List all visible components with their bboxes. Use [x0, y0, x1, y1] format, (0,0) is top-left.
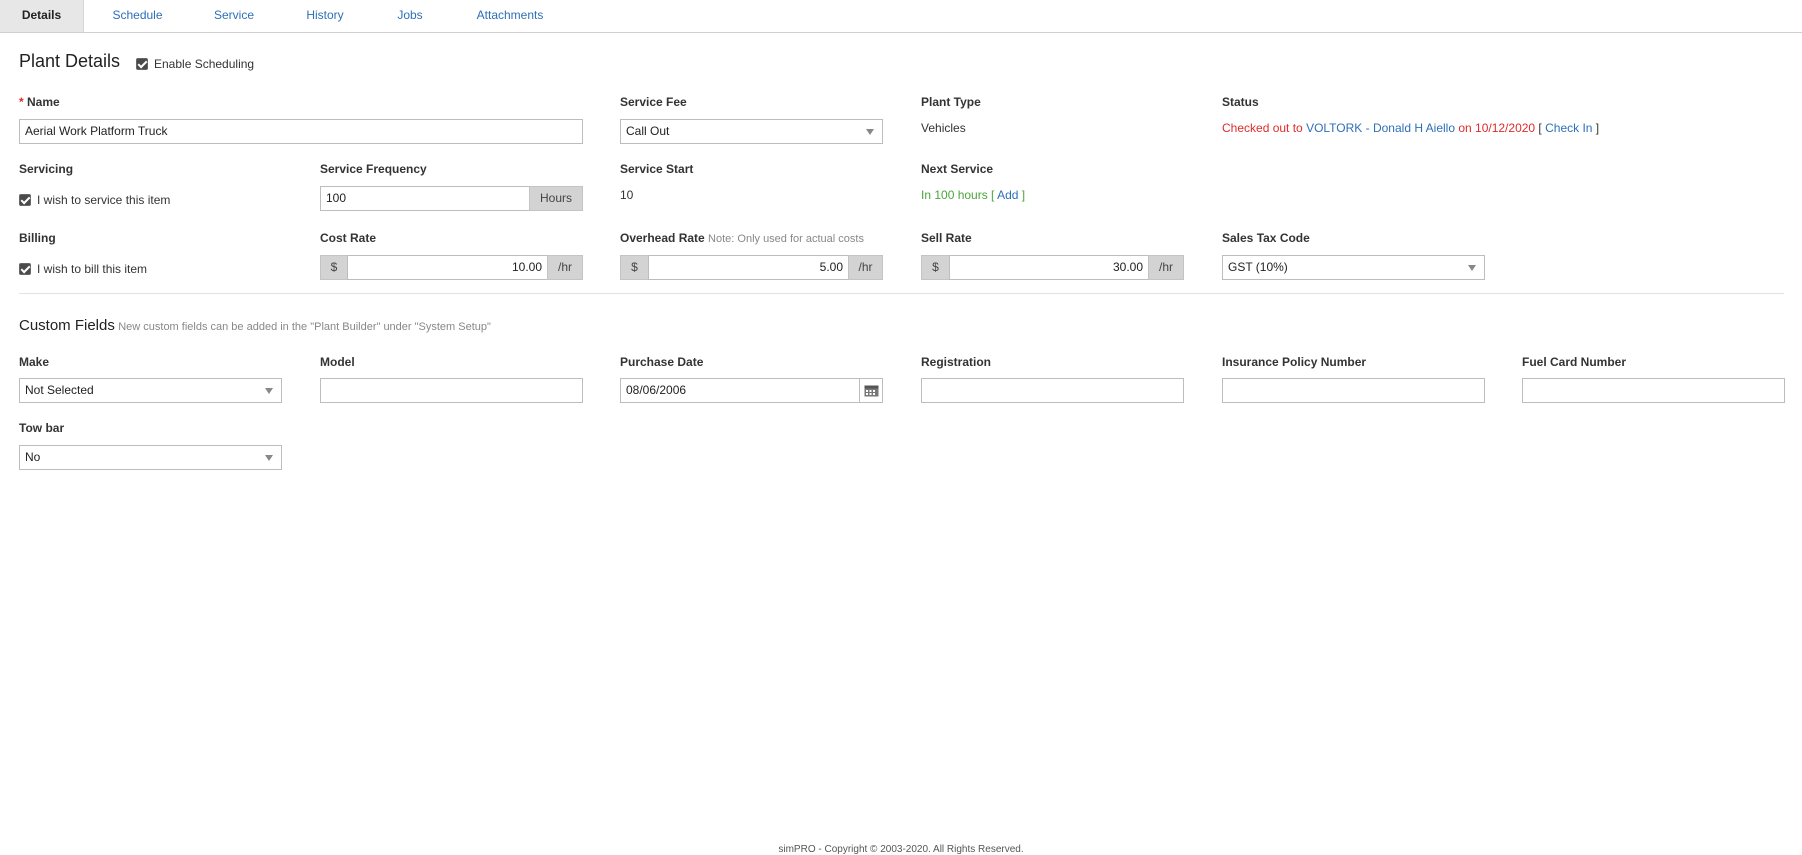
status-value: Checked out to VOLTORK - Donald H Aiello…: [1222, 121, 1599, 135]
next-service-value: In 100 hours [ Add ]: [921, 188, 1025, 202]
next-service-text: In 100 hours: [921, 188, 988, 202]
make-label: Make: [19, 355, 50, 369]
service-item-checkbox[interactable]: [19, 194, 31, 206]
fuel-card-input[interactable]: [1522, 378, 1785, 403]
service-start-label: Service Start: [620, 162, 694, 176]
status-prefix: Checked out to: [1222, 121, 1307, 135]
status-person-link[interactable]: VOLTORK - Donald H Aiello: [1306, 121, 1455, 135]
sell-rate-input[interactable]: 30.00: [949, 255, 1149, 280]
billing-label: Billing: [19, 231, 56, 245]
tab-history[interactable]: History: [290, 0, 360, 32]
chevron-down-icon: [866, 129, 874, 135]
sell-rate-currency: $: [921, 255, 950, 280]
custom-fields-header: Custom Fields New custom fields can be a…: [19, 317, 491, 334]
service-frequency-unit: Hours: [529, 186, 583, 211]
check-in-link[interactable]: Check In: [1545, 121, 1592, 135]
footer-copyright: simPRO - Copyright © 2003-2020. All Righ…: [778, 844, 1024, 855]
sales-tax-value: GST (10%): [1228, 260, 1288, 274]
service-item-checkbox-label: I wish to service this item: [37, 193, 171, 207]
registration-input[interactable]: [921, 378, 1184, 403]
plant-type-label: Plant Type: [921, 95, 981, 109]
service-frequency-label: Service Frequency: [320, 162, 427, 176]
service-frequency-input[interactable]: 100: [320, 186, 530, 211]
status-bracket-close: ]: [1592, 121, 1600, 135]
plant-type-value: Vehicles: [921, 121, 966, 135]
overhead-rate-label-text: Overhead Rate: [620, 231, 705, 245]
insurance-policy-label: Insurance Policy Number: [1222, 355, 1367, 369]
purchase-date-label: Purchase Date: [620, 355, 704, 369]
status-date: on 10/12/2020: [1455, 121, 1536, 135]
fuel-card-label: Fuel Card Number: [1522, 355, 1627, 369]
insurance-policy-input[interactable]: [1222, 378, 1485, 403]
sales-tax-label: Sales Tax Code: [1222, 231, 1310, 245]
overhead-rate-currency: $: [620, 255, 649, 280]
status-label: Status: [1222, 95, 1259, 109]
tab-details[interactable]: Details: [0, 0, 84, 32]
name-label-text: Name: [27, 95, 60, 109]
next-service-bracket-close: ]: [1018, 188, 1026, 202]
purchase-date-input[interactable]: 08/06/2006: [620, 378, 860, 403]
make-select[interactable]: Not Selected: [19, 378, 282, 403]
cost-rate-currency: $: [320, 255, 348, 280]
service-fee-label: Service Fee: [620, 95, 687, 109]
enable-scheduling-label: Enable Scheduling: [154, 57, 255, 71]
cost-rate-label: Cost Rate: [320, 231, 377, 245]
overhead-rate-unit: /hr: [848, 255, 883, 280]
section-title-plant-details: Plant Details: [19, 51, 121, 71]
chevron-down-icon: [265, 455, 273, 461]
tab-attachments[interactable]: Attachments: [466, 0, 554, 32]
tow-bar-value: No: [25, 450, 41, 464]
tab-bar: Details Schedule Service History Jobs At…: [0, 0, 1802, 33]
chevron-down-icon: [265, 388, 273, 394]
name-label: * Name: [19, 95, 60, 109]
overhead-rate-note: Note: Only used for actual costs: [708, 233, 864, 245]
add-next-service-link[interactable]: Add: [997, 188, 1018, 202]
registration-label: Registration: [921, 355, 992, 369]
status-bracket-open: [: [1535, 121, 1546, 135]
bill-item-checkbox-label: I wish to bill this item: [37, 262, 148, 276]
make-value: Not Selected: [25, 383, 94, 397]
section-title-custom-fields: Custom Fields: [19, 317, 115, 334]
tab-schedule[interactable]: Schedule: [100, 0, 175, 32]
sell-rate-unit: /hr: [1148, 255, 1184, 280]
chevron-down-icon: [1468, 265, 1476, 271]
required-mark: *: [19, 95, 24, 109]
sell-rate-label: Sell Rate: [921, 231, 972, 245]
tab-service[interactable]: Service: [200, 0, 268, 32]
tab-jobs[interactable]: Jobs: [380, 0, 440, 32]
overhead-rate-input[interactable]: 5.00: [648, 255, 849, 280]
calendar-icon: [864, 385, 879, 397]
next-service-label: Next Service: [921, 162, 994, 176]
servicing-label: Servicing: [19, 162, 74, 176]
model-input[interactable]: [320, 378, 583, 403]
calendar-button[interactable]: [859, 378, 883, 403]
cost-rate-input[interactable]: 10.00: [347, 255, 548, 280]
bill-item-checkbox[interactable]: [19, 263, 31, 275]
service-start-value: 10: [620, 188, 634, 202]
enable-scheduling-checkbox[interactable]: [136, 58, 148, 70]
service-fee-select[interactable]: Call Out: [620, 119, 883, 144]
cost-rate-unit: /hr: [547, 255, 583, 280]
overhead-rate-label: Overhead Rate Note: Only used for actual…: [620, 231, 864, 245]
name-input[interactable]: Aerial Work Platform Truck: [19, 119, 583, 144]
tow-bar-label: Tow bar: [19, 421, 65, 435]
sales-tax-select[interactable]: GST (10%): [1222, 255, 1485, 280]
section-divider: [19, 293, 1784, 294]
service-fee-value: Call Out: [626, 124, 670, 138]
custom-fields-note: New custom fields can be added in the "P…: [118, 321, 491, 333]
next-service-bracket-open: [: [987, 188, 998, 202]
model-label: Model: [320, 355, 355, 369]
tow-bar-select[interactable]: No: [19, 445, 282, 470]
